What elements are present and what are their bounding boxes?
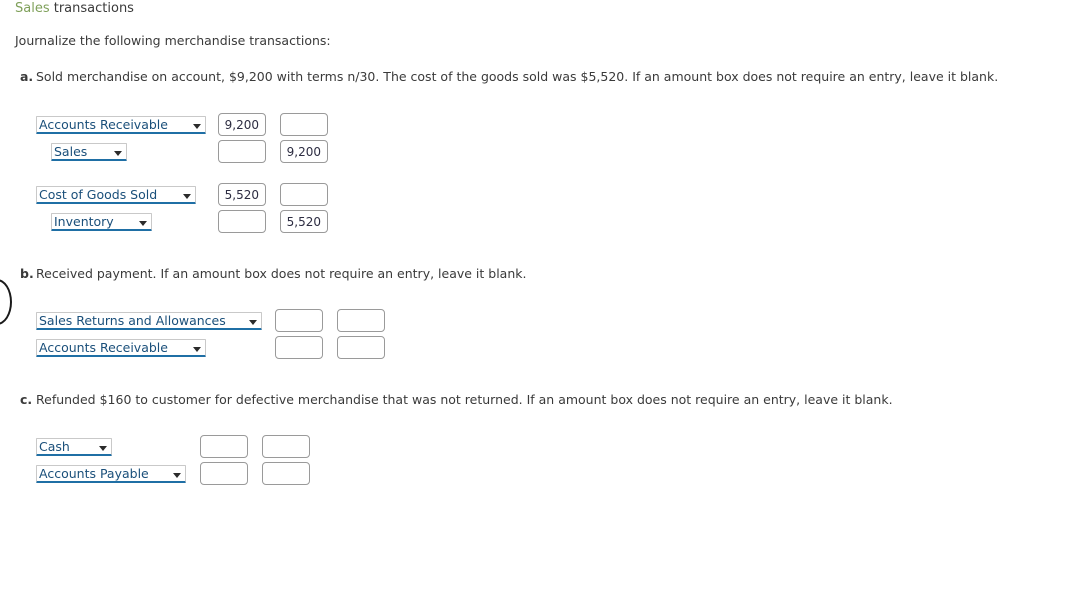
account-select-b-1[interactable]: Sales Returns and Allowances <box>36 312 262 330</box>
chevron-down-icon <box>173 473 181 478</box>
account-select-c-1[interactable]: Cash <box>36 438 112 456</box>
journal-entry-row: Sales Returns and Allowances <box>36 309 385 339</box>
instruction-text: Journalize the following merchandise tra… <box>15 33 331 48</box>
debit-amount-input-a-4[interactable] <box>218 210 266 233</box>
debit-amount-input-b-2[interactable] <box>275 336 323 359</box>
journal-entry-row: Accounts Payable <box>36 462 376 492</box>
credit-amount-input-a-4[interactable] <box>280 210 328 233</box>
credit-amount-input-b-2[interactable] <box>337 336 385 359</box>
account-select-b-2[interactable]: Accounts Receivable <box>36 339 206 357</box>
account-select-label: Accounts Receivable <box>39 117 168 132</box>
chevron-down-icon <box>193 124 201 129</box>
credit-amount-input-a-2[interactable] <box>280 140 328 163</box>
debit-amount-input-c-2[interactable] <box>200 462 248 485</box>
requirement-b-text: Received payment. If an amount box does … <box>36 266 527 281</box>
requirement-a-letter: a. <box>20 69 34 84</box>
debit-amount-input-c-1[interactable] <box>200 435 248 458</box>
credit-amount-input-c-1[interactable] <box>262 435 310 458</box>
journal-entry-row: Cash <box>36 435 376 465</box>
debit-amount-input-a-3[interactable] <box>218 183 266 206</box>
account-select-label: Sales Returns and Allowances <box>39 313 226 328</box>
requirement-c-text: Refunded $160 to customer for defective … <box>36 392 893 407</box>
page-edge-arc-artifact <box>0 279 12 325</box>
requirement-a: a. Sold merchandise on account, $9,200 wi… <box>20 69 998 84</box>
requirement-a-text: Sold merchandise on account, $9,200 with… <box>36 69 999 84</box>
account-select-label: Cash <box>39 439 70 454</box>
journal-entry-row: Accounts Receivable <box>36 336 385 366</box>
debit-amount-input-a-1[interactable] <box>218 113 266 136</box>
account-select-label: Inventory <box>54 214 114 229</box>
requirement-c: c. Refunded $160 to customer for defectiv… <box>20 392 893 407</box>
journal-entry-row: Inventory <box>36 210 376 240</box>
journal-entry-row: Accounts Receivable <box>36 113 376 143</box>
account-select-a-2[interactable]: Sales <box>51 143 127 161</box>
account-select-label: Accounts Receivable <box>39 340 168 355</box>
requirement-b-letter: b. <box>20 266 34 281</box>
page-title-rest: transactions <box>49 1 134 16</box>
journal-entry-row: Sales <box>36 140 376 170</box>
account-select-label: Sales <box>54 144 88 159</box>
account-select-label: Cost of Goods Sold <box>39 187 158 202</box>
credit-amount-input-a-3[interactable] <box>280 183 328 206</box>
credit-amount-input-a-1[interactable] <box>280 113 328 136</box>
account-select-c-2[interactable]: Accounts Payable <box>36 465 186 483</box>
requirement-c-letter: c. <box>20 392 33 407</box>
debit-amount-input-b-1[interactable] <box>275 309 323 332</box>
journal-entry-row: Cost of Goods Sold <box>36 183 376 213</box>
chevron-down-icon <box>193 347 201 352</box>
account-select-a-1[interactable]: Accounts Receivable <box>36 116 206 134</box>
chevron-down-icon <box>139 221 147 226</box>
chevron-down-icon <box>249 320 257 325</box>
account-select-label: Accounts Payable <box>39 466 149 481</box>
page-title-accent: Sales <box>15 1 50 16</box>
account-select-a-4[interactable]: Inventory <box>51 213 152 231</box>
page-title: Sales transactions <box>15 1 134 16</box>
debit-amount-input-a-2[interactable] <box>218 140 266 163</box>
chevron-down-icon <box>114 151 122 156</box>
chevron-down-icon <box>99 446 107 451</box>
credit-amount-input-c-2[interactable] <box>262 462 310 485</box>
requirement-b: b. Received payment. If an amount box doe… <box>20 266 526 281</box>
account-select-a-3[interactable]: Cost of Goods Sold <box>36 186 196 204</box>
credit-amount-input-b-1[interactable] <box>337 309 385 332</box>
chevron-down-icon <box>183 194 191 199</box>
